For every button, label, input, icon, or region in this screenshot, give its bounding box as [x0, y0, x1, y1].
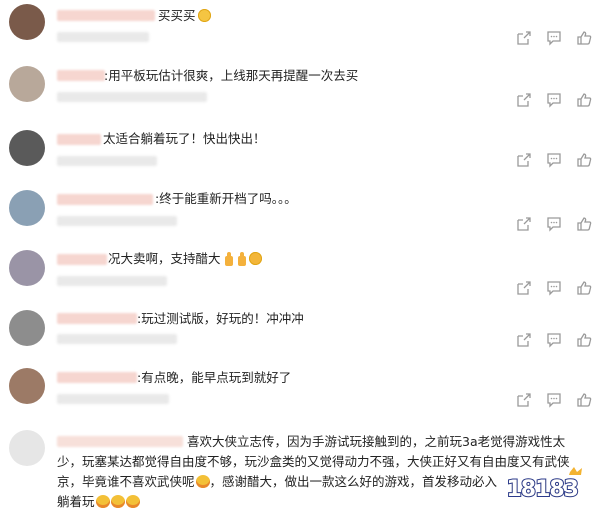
- watermark-text: 18183: [505, 476, 580, 503]
- share-icon[interactable]: [516, 216, 532, 232]
- username-blurred[interactable]: [57, 194, 153, 205]
- share-icon[interactable]: [516, 392, 532, 408]
- share-icon[interactable]: [516, 332, 532, 348]
- watermark-logo: 18183: [505, 466, 592, 512]
- comment-text: :用平板玩估计很爽，上线那天再提醒一次去买: [104, 68, 359, 83]
- comment-meta-blurred: [57, 334, 177, 344]
- avatar[interactable]: [9, 430, 45, 466]
- username-blurred[interactable]: [57, 313, 137, 324]
- grinning-face-icon: [197, 9, 211, 22]
- avatar[interactable]: [9, 310, 45, 346]
- teary-face-icon: [195, 475, 210, 488]
- like-icon[interactable]: [576, 216, 592, 232]
- comment-text: 买买买: [158, 8, 211, 24]
- avatar[interactable]: [9, 190, 45, 226]
- long-comment-line: 少，玩塞某达都觉得自由度不够，玩沙盒类的又觉得动力不强，大侠正好又有自由度又有武…: [57, 454, 570, 469]
- avatar[interactable]: [9, 66, 45, 102]
- like-icon[interactable]: [576, 92, 592, 108]
- share-icon[interactable]: [516, 92, 532, 108]
- comment-text: :玩过测试版，好玩的！冲冲冲: [137, 311, 304, 326]
- comment-actions: [516, 280, 592, 296]
- like-icon[interactable]: [576, 392, 592, 408]
- like-icon[interactable]: [576, 280, 592, 296]
- comment-icon[interactable]: [546, 152, 562, 168]
- comment-meta-blurred: [57, 216, 177, 226]
- long-comment-line: 喜欢大侠立志传，因为手游试玩接触到的，之前玩3a老觉得游戏性太: [187, 434, 566, 449]
- comment-text: 太适合躺着玩了！快出快出！: [103, 131, 266, 146]
- avatar[interactable]: [9, 250, 45, 286]
- username-blurred[interactable]: [57, 372, 137, 383]
- comment-text: 况大卖啊，支持醋大: [108, 251, 262, 267]
- comment-text: :有点晚，能早点玩到就好了: [137, 370, 292, 385]
- avatar[interactable]: [9, 368, 45, 404]
- comment-icon[interactable]: [546, 332, 562, 348]
- comment-item: :终于能重新开档了吗。。。: [0, 186, 600, 246]
- crying-face-icon: [110, 495, 125, 508]
- comment-icon[interactable]: [546, 392, 562, 408]
- comment-meta-blurred: [57, 394, 169, 404]
- comment-icon[interactable]: [546, 30, 562, 46]
- comment-item: 买买买: [0, 0, 600, 60]
- like-icon[interactable]: [576, 152, 592, 168]
- comment-meta-blurred: [57, 92, 207, 102]
- like-icon[interactable]: [576, 332, 592, 348]
- avatar[interactable]: [9, 130, 45, 166]
- comment-meta-blurred: [57, 276, 167, 286]
- comment-icon[interactable]: [546, 216, 562, 232]
- thumbs-up-icon: [223, 252, 234, 266]
- comment-meta-blurred: [57, 32, 149, 42]
- like-icon[interactable]: [576, 30, 592, 46]
- share-icon[interactable]: [516, 280, 532, 296]
- comment-actions: [516, 216, 592, 232]
- crying-face-icon: [95, 495, 110, 508]
- comment-meta-blurred: [57, 156, 157, 166]
- comment-actions: [516, 392, 592, 408]
- username-blurred[interactable]: [57, 134, 101, 145]
- comment-item: 太适合躺着玩了！快出快出！: [0, 126, 600, 186]
- share-icon[interactable]: [516, 152, 532, 168]
- clapping-icon: [248, 252, 262, 265]
- comment-icon[interactable]: [546, 92, 562, 108]
- comment-item: 况大卖啊，支持醋大: [0, 246, 600, 308]
- crying-face-icon: [125, 495, 140, 508]
- comment-item: :有点晚，能早点玩到就好了: [0, 366, 600, 428]
- comment-item: :用平板玩估计很爽，上线那天再提醒一次去买: [0, 62, 600, 124]
- comment-actions: [516, 30, 592, 46]
- comment-item: :玩过测试版，好玩的！冲冲冲: [0, 308, 600, 366]
- username-blurred[interactable]: [57, 254, 107, 265]
- username-blurred[interactable]: [57, 10, 155, 21]
- username-blurred[interactable]: [57, 70, 105, 81]
- share-icon[interactable]: [516, 30, 532, 46]
- comment-text: :终于能重新开档了吗。。。: [155, 191, 297, 206]
- comment-actions: [516, 332, 592, 348]
- comment-icon[interactable]: [546, 280, 562, 296]
- thumbs-up-icon: [236, 252, 247, 266]
- avatar[interactable]: [9, 4, 45, 40]
- comment-actions: [516, 152, 592, 168]
- comment-actions: [516, 92, 592, 108]
